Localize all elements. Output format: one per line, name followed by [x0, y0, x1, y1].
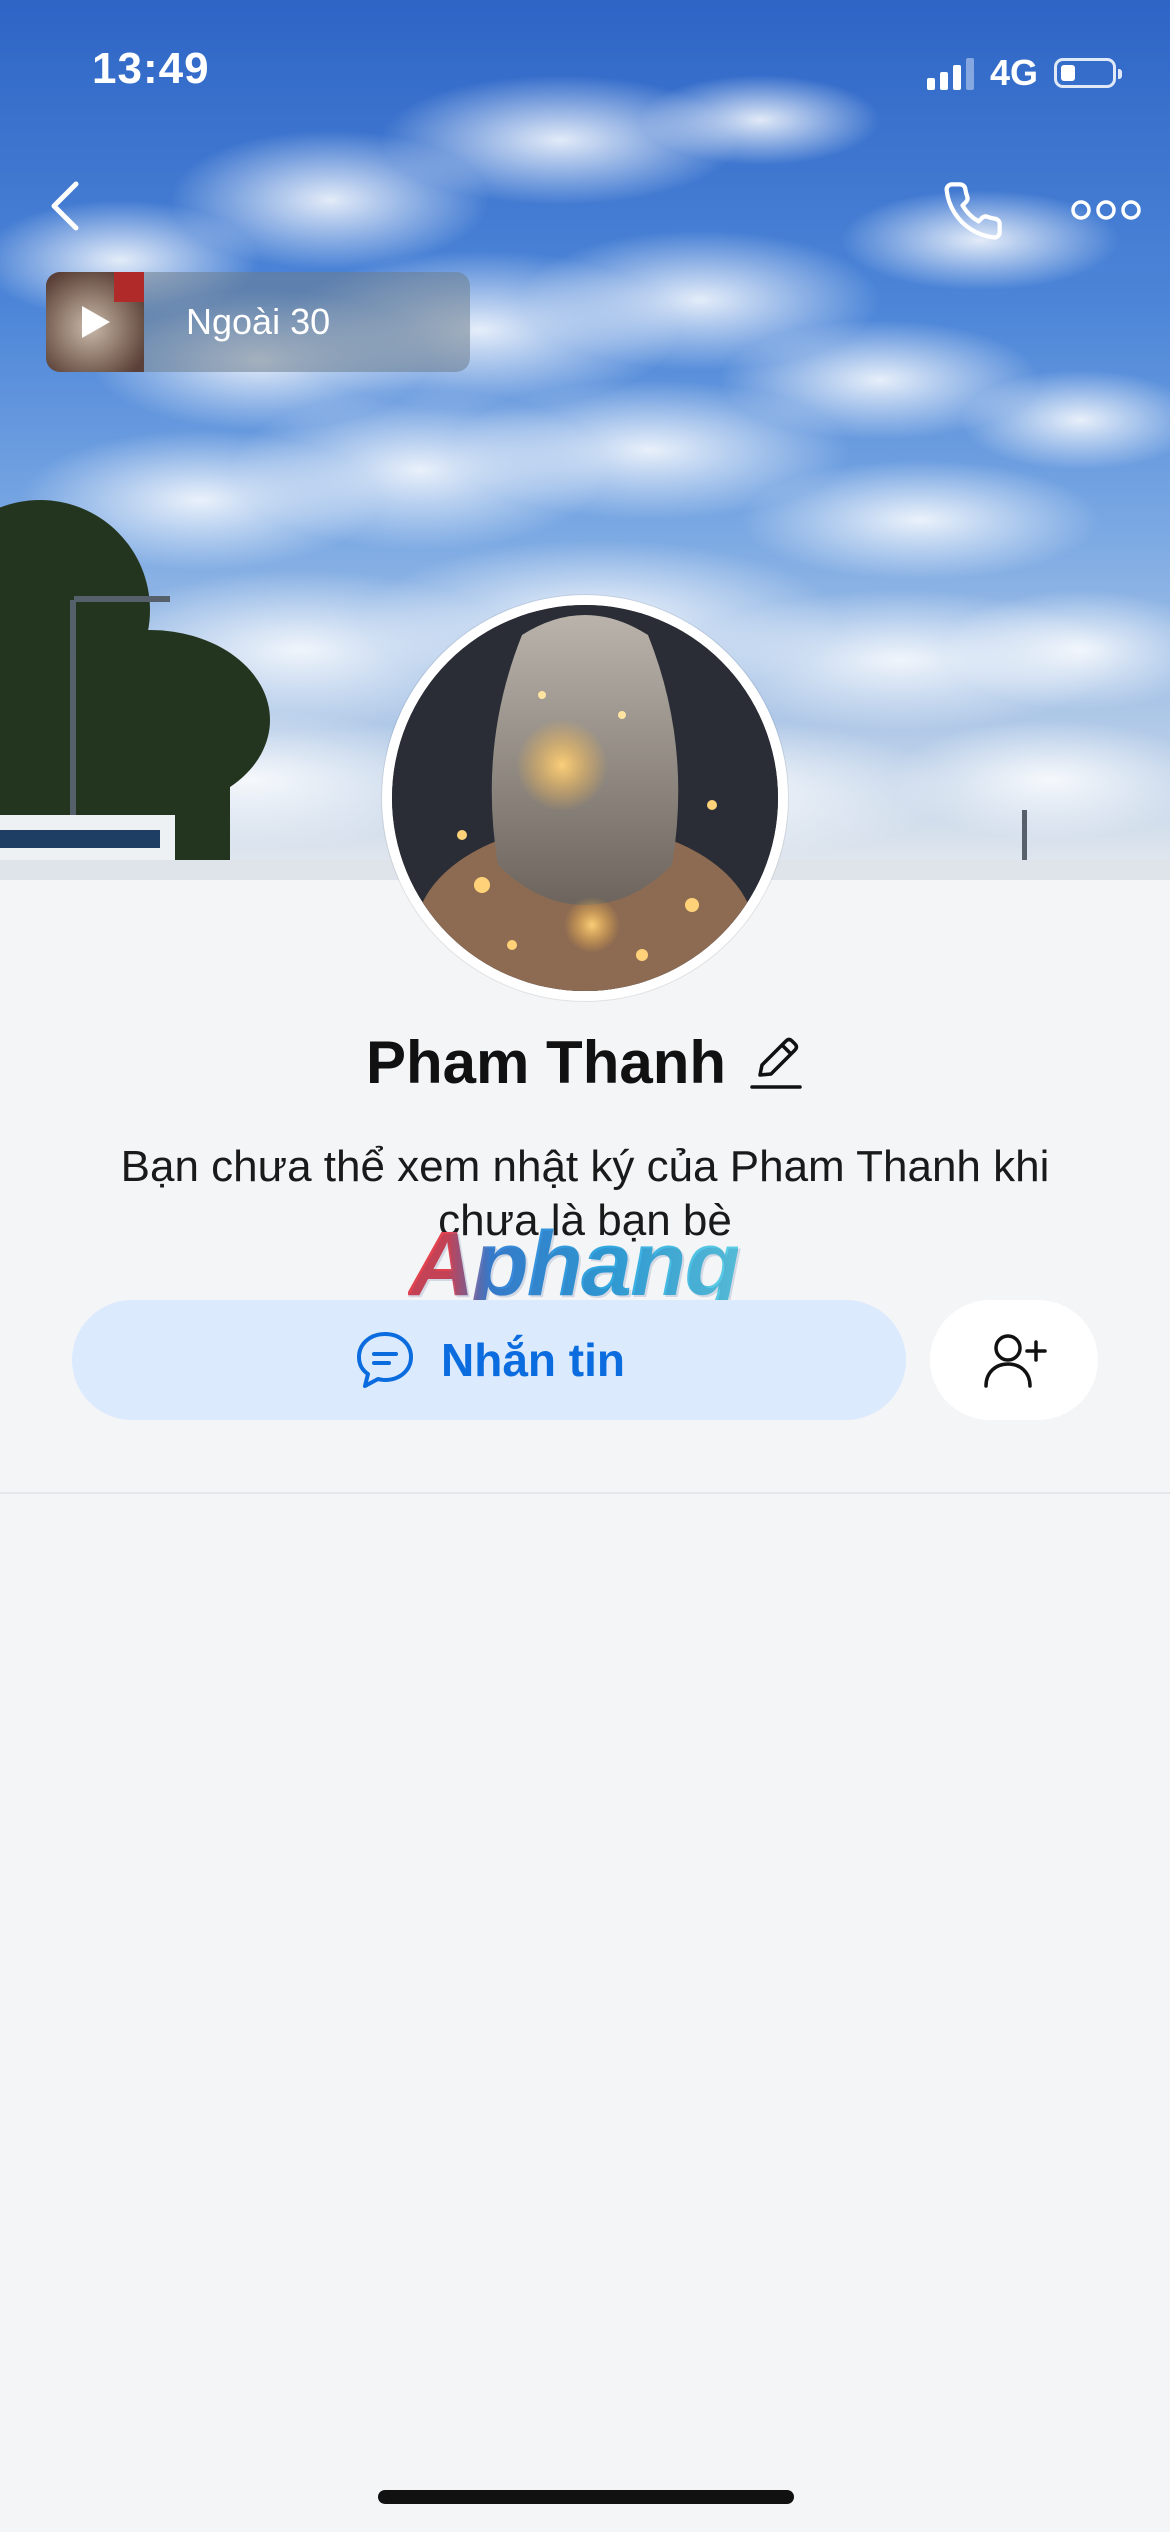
- home-indicator[interactable]: [378, 2490, 794, 2504]
- profile-name-row: Pham Thanh: [0, 1028, 1170, 1097]
- chat-bubble-icon: [357, 1332, 413, 1388]
- section-divider: [0, 1492, 1170, 1494]
- avatar-image: [392, 605, 778, 991]
- message-button[interactable]: Nhắn tin: [72, 1300, 906, 1420]
- status-time: 13:49: [92, 44, 210, 93]
- more-horizontal-icon: [1071, 200, 1141, 220]
- call-button[interactable]: [938, 176, 1008, 246]
- battery-icon: [1054, 58, 1122, 88]
- message-button-label: Nhắn tin: [441, 1334, 625, 1386]
- phone-icon: [944, 182, 1002, 240]
- play-icon: [82, 306, 110, 338]
- chevron-left-icon: [51, 181, 79, 231]
- music-title: Ngoài 30: [186, 301, 331, 342]
- user-plus-icon: [984, 1334, 1047, 1388]
- signal-icon: [926, 56, 974, 90]
- more-button[interactable]: [1066, 180, 1146, 240]
- music-thumbnail: [46, 272, 144, 372]
- profile-name: Pham Thanh: [365, 1029, 727, 1096]
- back-button[interactable]: [36, 176, 96, 236]
- profile-music-pill[interactable]: Ngoài 30: [46, 272, 470, 372]
- avatar[interactable]: [382, 595, 788, 1001]
- add-friend-button[interactable]: [930, 1300, 1098, 1420]
- pencil-icon[interactable]: [748, 1033, 804, 1093]
- status-indicators: 4G: [926, 52, 1122, 94]
- network-type: 4G: [989, 52, 1038, 93]
